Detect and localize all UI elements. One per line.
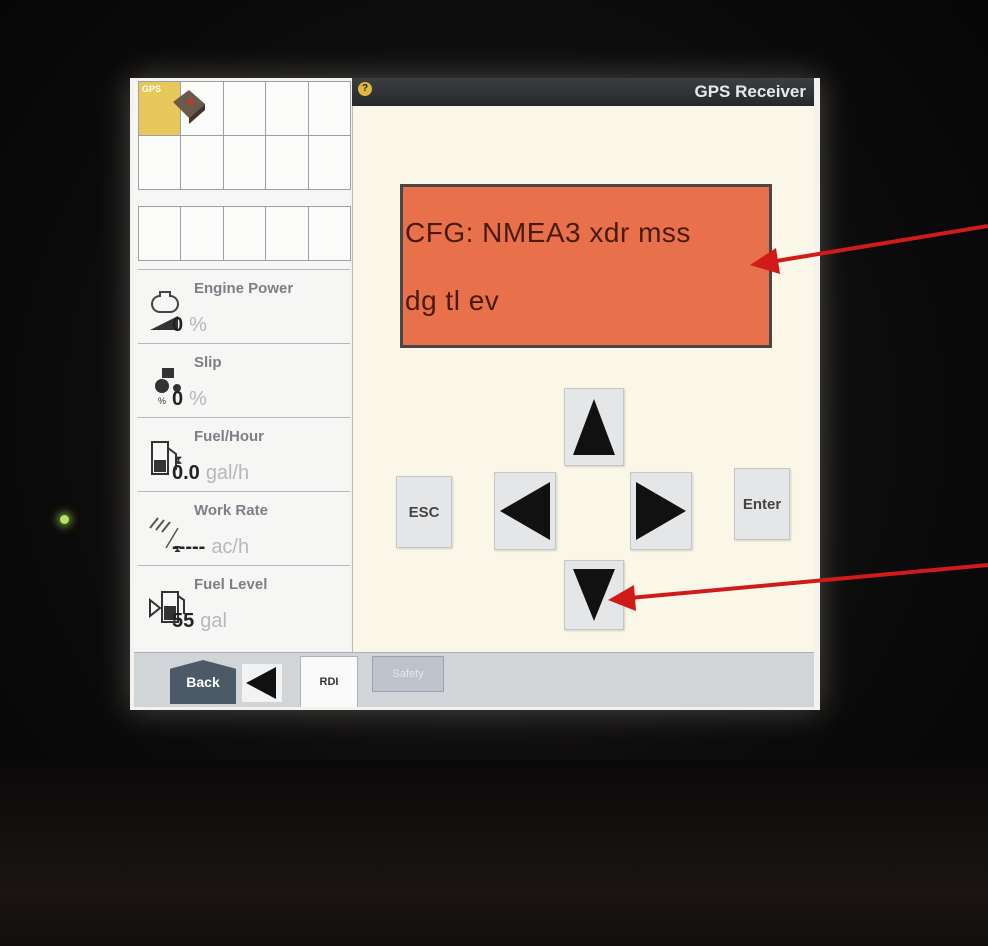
- value-text: 55: [172, 610, 195, 632]
- svg-text:%: %: [158, 396, 166, 406]
- display-line-2: dg tl ev: [405, 285, 500, 316]
- grid-cell[interactable]: [266, 82, 309, 136]
- grid-cell[interactable]: [223, 136, 267, 190]
- grid-cell[interactable]: [223, 207, 267, 261]
- unit-text: %: [189, 314, 207, 336]
- unit-text: gal/h: [205, 462, 250, 484]
- metric-label: Fuel Level: [194, 576, 268, 593]
- metric-fuel-level: Fuel Level 55 gal: [138, 565, 350, 640]
- down-arrow-button[interactable]: [564, 560, 624, 630]
- esc-button[interactable]: ESC: [396, 476, 452, 548]
- metric-label: Slip: [194, 354, 222, 371]
- value-text: 0.0: [172, 462, 200, 484]
- metric-value: 0%: [172, 388, 207, 411]
- power-led: [60, 515, 69, 524]
- metric-value: ----- ac/h: [172, 536, 249, 559]
- unit-text: %: [189, 388, 207, 410]
- metric-label: Work Rate: [194, 502, 268, 519]
- grid-cell[interactable]: [308, 207, 351, 261]
- enter-button[interactable]: Enter: [734, 468, 790, 540]
- grid-cell[interactable]: [181, 136, 224, 190]
- metric-value: 0.0 gal/h: [172, 462, 249, 485]
- grid-cell[interactable]: [139, 136, 182, 190]
- left-arrow-icon: [500, 482, 550, 540]
- metric-value: 55 gal: [172, 610, 227, 633]
- right-arrow-icon: [636, 482, 686, 540]
- shortcut-grid-bottom: [138, 206, 351, 261]
- grid-cell[interactable]: [308, 136, 351, 190]
- left-arrow-button[interactable]: [494, 472, 556, 550]
- metric-label: Engine Power: [194, 280, 294, 297]
- background-floor: [0, 760, 988, 946]
- metric-work-rate: ⧗ Work Rate ----- ac/h: [138, 491, 350, 566]
- unit-text: gal: [200, 610, 227, 632]
- metric-label: Fuel/Hour: [194, 428, 264, 445]
- up-arrow-button[interactable]: [564, 388, 624, 466]
- metric-engine-power: Engine Power 0%: [138, 269, 350, 344]
- right-arrow-button[interactable]: [630, 472, 692, 550]
- page-title: GPS Receiver: [694, 82, 806, 101]
- receiver-shortcut[interactable]: [173, 82, 224, 136]
- grid-cell[interactable]: [181, 207, 224, 261]
- grid-cell[interactable]: [223, 82, 267, 136]
- gps-badge-label: GPS: [142, 84, 162, 94]
- tab-safety[interactable]: Safety: [372, 656, 444, 692]
- tab-rdi[interactable]: RDI: [300, 656, 358, 707]
- back-button[interactable]: Back: [170, 660, 236, 704]
- bottom-tab-bar: [134, 652, 814, 707]
- value-text: 0: [172, 388, 184, 410]
- up-arrow-icon: [573, 399, 615, 455]
- receiver-display: CFG: NMEA3 xdr mss dg tl ev: [400, 184, 772, 348]
- metric-fuel-hour: ⧗ Fuel/Hour 0.0 gal/h: [138, 417, 350, 492]
- receiver-icon: [173, 90, 206, 124]
- grid-cell[interactable]: [266, 207, 309, 261]
- left-sidebar: GPS Engine Power 0 % % Slip 0 % ⧗ Fuel/H…: [134, 81, 351, 651]
- value-text: 0: [172, 314, 184, 336]
- terminal-screen: GPS Engine Power 0 % % Slip 0 % ⧗ Fuel/H…: [130, 78, 820, 710]
- page-title-bar: ? GPS Receiver: [352, 78, 814, 106]
- unit-text: ac/h: [211, 536, 250, 558]
- shortcut-grid-top: GPS: [138, 81, 351, 190]
- grid-cell[interactable]: [139, 207, 182, 261]
- grid-cell[interactable]: [266, 136, 309, 190]
- back-arrow-icon[interactable]: [242, 664, 282, 702]
- display-line-1: CFG: NMEA3 xdr mss: [405, 217, 691, 248]
- grid-cell[interactable]: [308, 82, 351, 136]
- help-icon[interactable]: ?: [358, 82, 372, 96]
- down-arrow-icon: [573, 569, 615, 621]
- value-text: -----: [172, 536, 206, 558]
- metric-value: 0%: [172, 314, 207, 337]
- metric-slip: % Slip 0%: [138, 343, 350, 418]
